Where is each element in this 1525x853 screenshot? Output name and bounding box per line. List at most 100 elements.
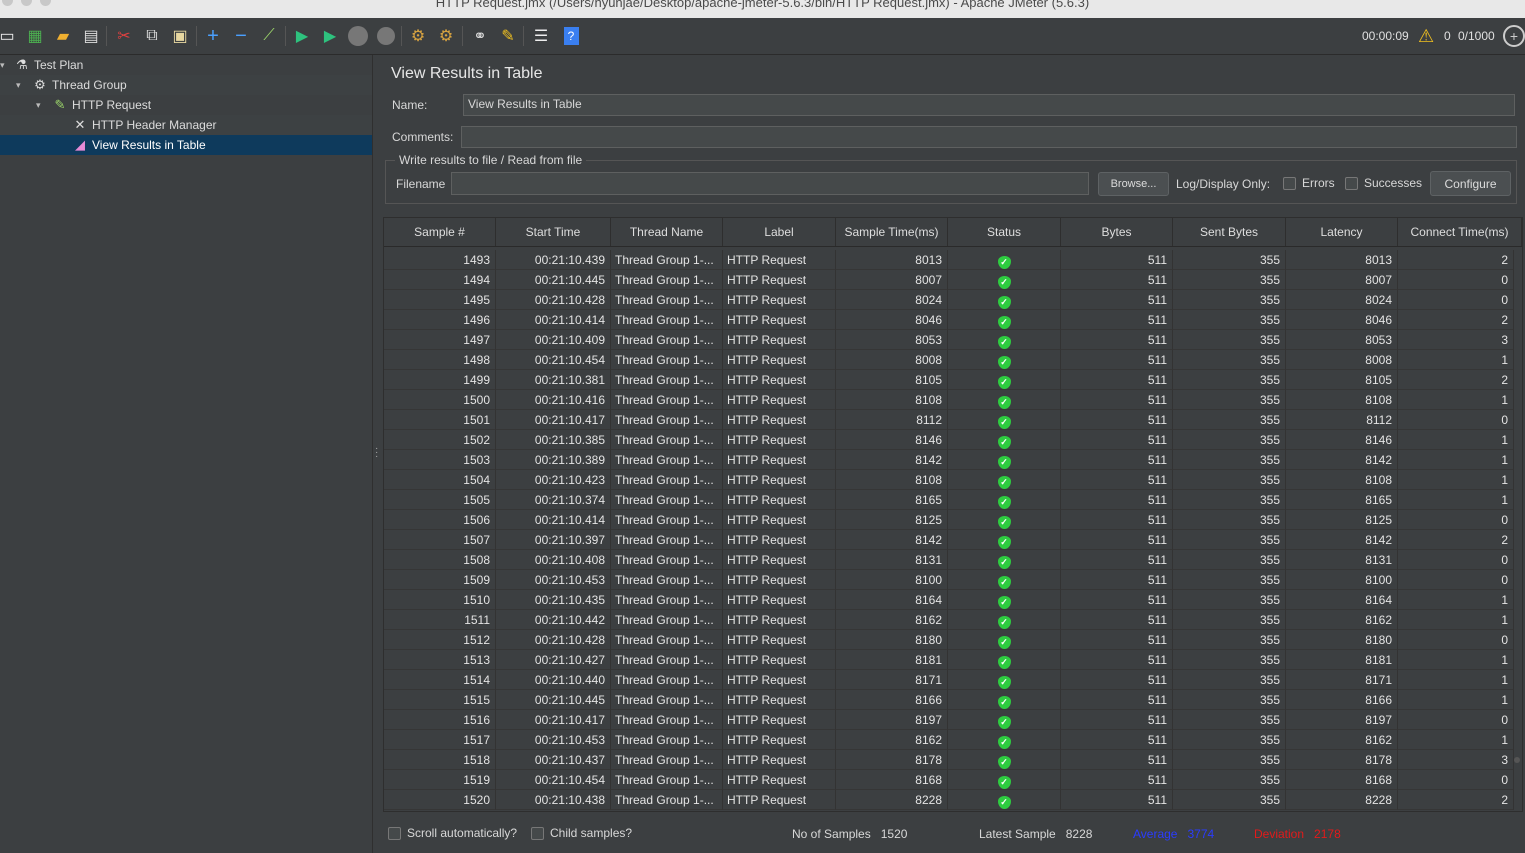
table-cell: HTTP Request: [723, 750, 836, 770]
tree-item-http-header-manager[interactable]: ✕ HTTP Header Manager: [0, 115, 372, 135]
zoom-window-button[interactable]: [40, 0, 51, 6]
table-row[interactable]: 1512 00:21:10.428 Thread Group 1-... HTTP R…: [384, 630, 1514, 650]
table-row[interactable]: 1498 00:21:10.454 Thread Group 1-... HTTP R…: [384, 350, 1514, 370]
window-controls[interactable]: [2, 0, 59, 13]
browse-button[interactable]: Browse...: [1098, 172, 1169, 196]
table-row[interactable]: 1494 00:21:10.445 Thread Group 1-... HTTP R…: [384, 270, 1514, 290]
open-icon[interactable]: ▰: [52, 25, 74, 47]
table-row[interactable]: 1517 00:21:10.453 Thread Group 1-... HTTP R…: [384, 730, 1514, 750]
name-field[interactable]: View Results in Table: [463, 94, 1515, 116]
tree-item-test-plan[interactable]: ▾ ⚗ Test Plan: [0, 55, 372, 75]
success-shield-icon: ✓: [997, 416, 1011, 429]
success-shield-icon: ✓: [997, 356, 1011, 369]
errors-checkbox[interactable]: Errors: [1283, 176, 1335, 191]
column-header[interactable]: Label: [723, 218, 836, 246]
table-cell: Thread Group 1-...: [611, 330, 723, 350]
success-shield-icon: ✓: [997, 796, 1011, 809]
reset-search-icon[interactable]: ✎: [497, 25, 519, 47]
shutdown-icon[interactable]: [375, 25, 397, 47]
table-row[interactable]: 1500 00:21:10.416 Thread Group 1-... HTTP R…: [384, 390, 1514, 410]
copy-icon[interactable]: ⧉: [141, 25, 163, 47]
toggle-icon[interactable]: ⟋: [258, 25, 280, 47]
table-row[interactable]: 1496 00:21:10.414 Thread Group 1-... HTTP R…: [384, 310, 1514, 330]
column-header[interactable]: Thread Name: [611, 218, 723, 246]
filename-field[interactable]: [451, 172, 1089, 195]
table-row[interactable]: 1511 00:21:10.442 Thread Group 1-... HTTP R…: [384, 610, 1514, 630]
table-row[interactable]: 1515 00:21:10.445 Thread Group 1-... HTTP R…: [384, 690, 1514, 710]
successes-label: Successes: [1364, 176, 1423, 190]
column-header[interactable]: Bytes: [1061, 218, 1173, 246]
column-header[interactable]: Start Time: [496, 218, 611, 246]
child-samples-checkbox[interactable]: Child samples?: [531, 826, 632, 841]
comments-label: Comments:: [392, 130, 454, 144]
table-row[interactable]: 1497 00:21:10.409 Thread Group 1-... HTTP R…: [384, 330, 1514, 350]
collapse-icon[interactable]: −: [230, 25, 252, 47]
column-header[interactable]: Status: [948, 218, 1061, 246]
column-header[interactable]: Connect Time(ms): [1398, 218, 1522, 246]
column-header[interactable]: Sent Bytes: [1173, 218, 1286, 246]
remote-status-icon[interactable]: +: [1503, 18, 1525, 54]
table-row[interactable]: 1519 00:21:10.454 Thread Group 1-... HTTP R…: [384, 770, 1514, 790]
start-no-pause-icon[interactable]: ▶: [319, 25, 341, 47]
table-row[interactable]: 1502 00:21:10.385 Thread Group 1-... HTTP R…: [384, 430, 1514, 450]
warning-icon[interactable]: ⚠: [1418, 18, 1434, 54]
status-cell: ✓: [948, 310, 1061, 330]
save-icon[interactable]: ▤: [80, 25, 102, 47]
comments-field[interactable]: [461, 126, 1517, 148]
table-cell: 8108: [1286, 470, 1398, 490]
tree-item-thread-group[interactable]: ▾ ⚙ Thread Group: [0, 75, 372, 95]
table-row[interactable]: 1493 00:21:10.439 Thread Group 1-... HTTP R…: [384, 250, 1514, 270]
chevron-down-icon[interactable]: ▾: [0, 55, 10, 75]
minimize-window-button[interactable]: [21, 0, 32, 6]
table-cell: 2: [1398, 310, 1514, 330]
table-row[interactable]: 1507 00:21:10.397 Thread Group 1-... HTTP R…: [384, 530, 1514, 550]
table-row[interactable]: 1503 00:21:10.389 Thread Group 1-... HTTP R…: [384, 450, 1514, 470]
close-window-button[interactable]: [2, 0, 13, 6]
table-row[interactable]: 1520 00:21:10.438 Thread Group 1-... HTTP R…: [384, 790, 1514, 810]
table-row[interactable]: 1505 00:21:10.374 Thread Group 1-... HTTP R…: [384, 490, 1514, 510]
help-icon[interactable]: ?: [560, 25, 582, 47]
pane-splitter[interactable]: · · ·: [372, 55, 381, 853]
table-row[interactable]: 1495 00:21:10.428 Thread Group 1-... HTTP R…: [384, 290, 1514, 310]
table-row[interactable]: 1518 00:21:10.437 Thread Group 1-... HTTP R…: [384, 750, 1514, 770]
stop-icon[interactable]: [347, 25, 369, 47]
search-icon[interactable]: ⚭: [469, 25, 491, 47]
scrollbar[interactable]: [1514, 757, 1520, 763]
start-icon[interactable]: ▶: [291, 25, 313, 47]
deviation-label: Deviation: [1254, 827, 1305, 841]
scroll-automatically-checkbox[interactable]: Scroll automatically?: [388, 826, 517, 841]
table-row[interactable]: 1506 00:21:10.414 Thread Group 1-... HTTP R…: [384, 510, 1514, 530]
new-icon[interactable]: ▭: [0, 25, 18, 47]
table-row[interactable]: 1509 00:21:10.453 Thread Group 1-... HTTP R…: [384, 570, 1514, 590]
templates-icon[interactable]: ▦: [24, 25, 46, 47]
tree-item-view-results-in-table[interactable]: ◢ View Results in Table: [0, 135, 372, 155]
column-header[interactable]: Sample #: [384, 218, 496, 246]
cut-icon[interactable]: ✂: [113, 25, 135, 47]
clear-all-icon[interactable]: ⚙: [435, 25, 457, 47]
table-cell: 355: [1173, 470, 1286, 490]
expand-icon[interactable]: +: [202, 25, 224, 47]
table-row[interactable]: 1516 00:21:10.417 Thread Group 1-... HTTP R…: [384, 710, 1514, 730]
column-header[interactable]: Sample Time(ms): [836, 218, 948, 246]
paste-icon[interactable]: ▣: [169, 25, 191, 47]
status-cell: ✓: [948, 550, 1061, 570]
chevron-down-icon[interactable]: ▾: [36, 95, 46, 115]
configure-button[interactable]: Configure: [1430, 171, 1511, 196]
table-row[interactable]: 1513 00:21:10.427 Thread Group 1-... HTTP R…: [384, 650, 1514, 670]
table-cell: 1499: [384, 370, 496, 390]
table-cell: HTTP Request: [723, 410, 836, 430]
tree-item-http-request[interactable]: ▾ ✎ HTTP Request: [0, 95, 372, 115]
table-cell: Thread Group 1-...: [611, 630, 723, 650]
function-helper-icon[interactable]: ☰: [530, 25, 552, 47]
table-row[interactable]: 1510 00:21:10.435 Thread Group 1-... HTTP R…: [384, 590, 1514, 610]
successes-checkbox[interactable]: Successes: [1345, 176, 1423, 191]
column-header[interactable]: Latency: [1286, 218, 1398, 246]
table-row[interactable]: 1508 00:21:10.408 Thread Group 1-... HTTP R…: [384, 550, 1514, 570]
table-row[interactable]: 1514 00:21:10.440 Thread Group 1-... HTTP R…: [384, 670, 1514, 690]
chevron-down-icon[interactable]: ▾: [16, 75, 26, 95]
table-row[interactable]: 1501 00:21:10.417 Thread Group 1-... HTTP R…: [384, 410, 1514, 430]
table-cell: 355: [1173, 790, 1286, 810]
table-row[interactable]: 1499 00:21:10.381 Thread Group 1-... HTTP R…: [384, 370, 1514, 390]
table-row[interactable]: 1504 00:21:10.423 Thread Group 1-... HTTP R…: [384, 470, 1514, 490]
clear-icon[interactable]: ⚙: [407, 25, 429, 47]
